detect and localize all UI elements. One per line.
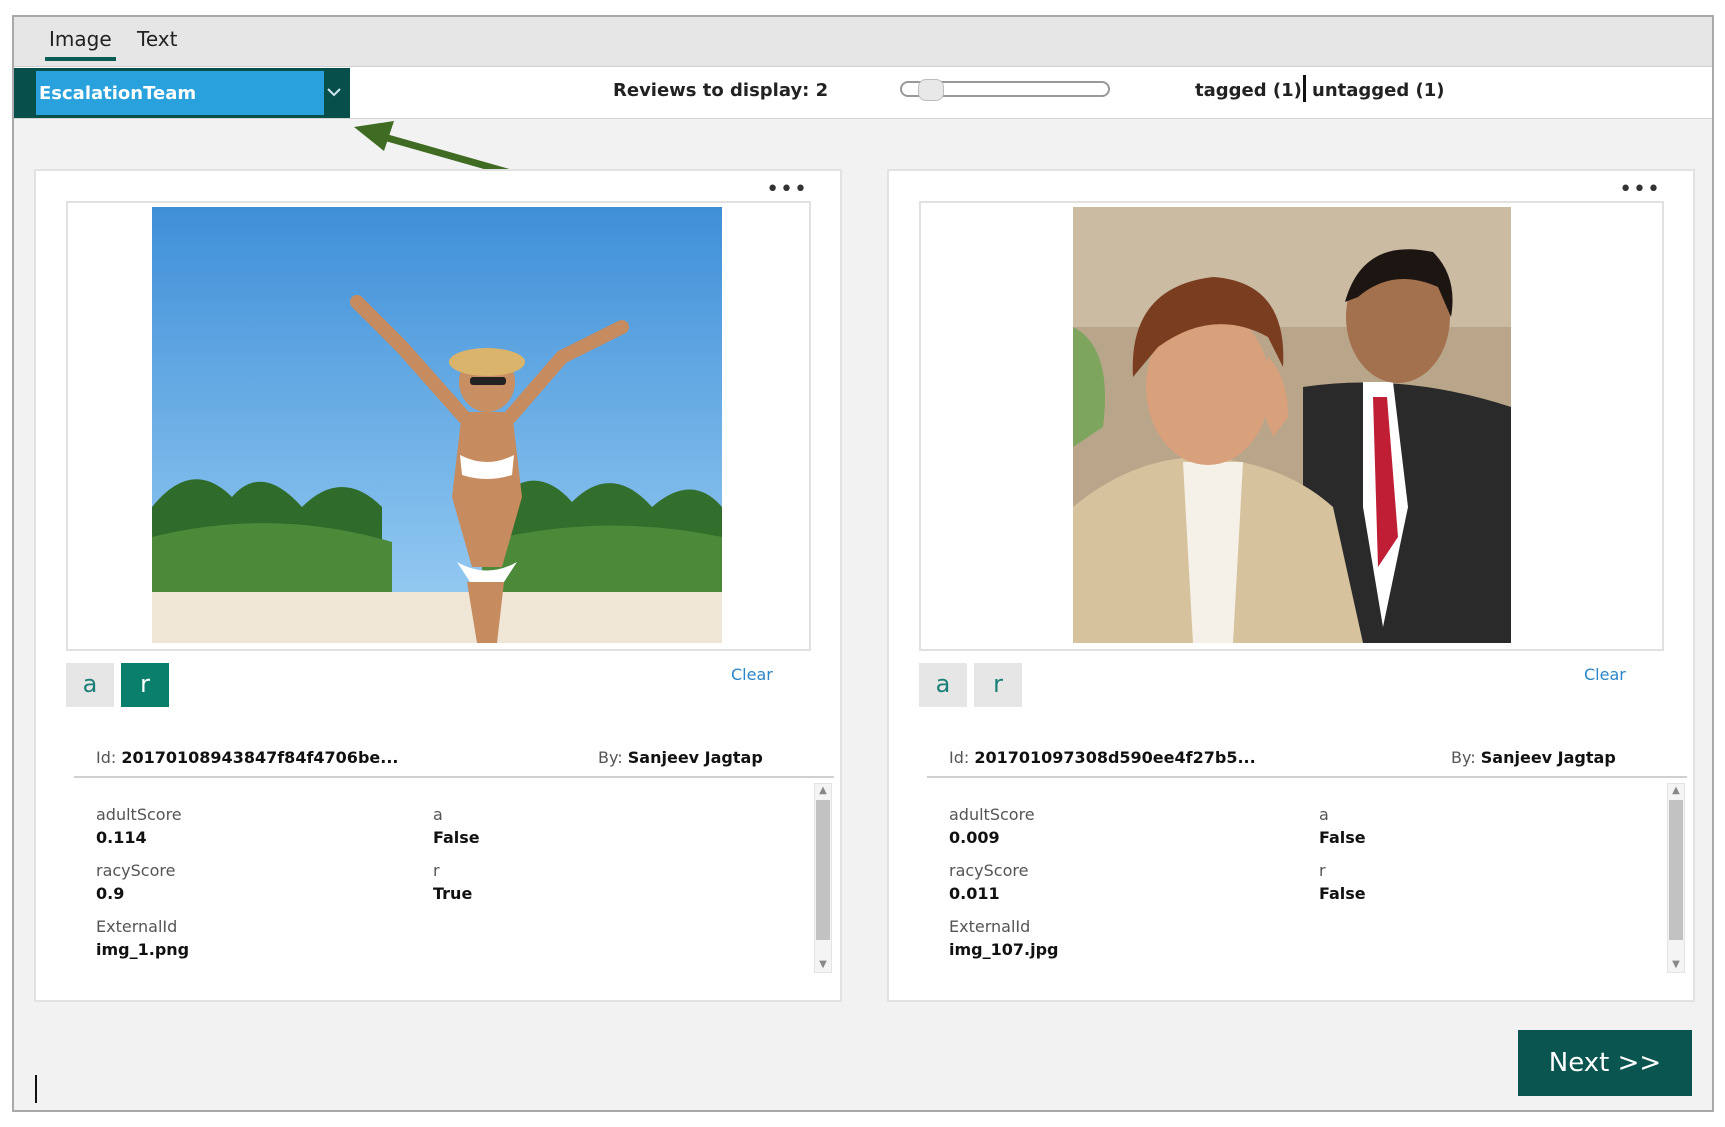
field-key: r xyxy=(1319,861,1326,880)
metadata-divider xyxy=(927,776,1687,778)
field-adult-score: adultScore 0.009 xyxy=(949,805,1035,847)
id-key: Id: xyxy=(96,748,117,767)
field-adult-score: adultScore 0.114 xyxy=(96,805,182,847)
field-racy-score: racyScore 0.9 xyxy=(96,861,175,903)
field-a: a False xyxy=(433,805,480,847)
team-dropdown[interactable]: EscalationTeam xyxy=(14,68,350,118)
untagged-filter[interactable]: untagged (1) xyxy=(1312,80,1445,101)
field-racy-score: racyScore 0.011 xyxy=(949,861,1028,903)
tagged-filter[interactable]: tagged (1) xyxy=(1195,80,1302,101)
review-card: ••• a r Clear Id: 20170108943847f84f4706… xyxy=(34,169,842,1002)
text-caret xyxy=(35,1075,37,1103)
by-key: By: xyxy=(1451,748,1476,767)
metadata-panel: adultScore 0.009 a False racyScore 0.011… xyxy=(949,793,1639,973)
more-options-icon[interactable]: ••• xyxy=(766,179,808,201)
team-dropdown-value: EscalationTeam xyxy=(36,71,324,115)
field-external-id: ExternalId img_1.png xyxy=(96,917,189,959)
scroll-thumb[interactable] xyxy=(1669,800,1683,940)
id-key: Id: xyxy=(949,748,970,767)
scroll-up-icon[interactable]: ▲ xyxy=(1668,784,1684,798)
field-value: 0.009 xyxy=(949,828,1000,847)
reviews-slider[interactable] xyxy=(900,79,1110,101)
field-key: r xyxy=(433,861,440,880)
field-key: adultScore xyxy=(949,805,1035,824)
clear-tags-link[interactable]: Clear xyxy=(1584,665,1626,684)
scroll-thumb[interactable] xyxy=(816,800,830,940)
scroll-up-icon[interactable]: ▲ xyxy=(815,784,831,798)
field-value: 0.011 xyxy=(949,884,1000,903)
review-card: ••• a r Clear Id: 201701097308d590ee4f27… xyxy=(887,169,1695,1002)
field-value: False xyxy=(1319,828,1366,847)
field-key: racyScore xyxy=(949,861,1029,880)
beach-photo xyxy=(152,207,722,643)
field-r: r False xyxy=(1319,861,1366,903)
field-r: r True xyxy=(433,861,472,903)
field-value: img_107.jpg xyxy=(949,940,1059,959)
metadata-scrollbar[interactable]: ▲ ▼ xyxy=(1667,783,1685,973)
id-value: 201701097308d590ee4f27b5... xyxy=(974,748,1256,767)
tab-text[interactable]: Text xyxy=(133,27,181,57)
tag-a-button[interactable]: a xyxy=(919,663,967,707)
scroll-down-icon[interactable]: ▼ xyxy=(1668,958,1684,972)
scroll-down-icon[interactable]: ▼ xyxy=(815,958,831,972)
reviewer: By: Sanjeev Jagtap xyxy=(598,748,763,767)
metadata-panel: adultScore 0.114 a False racyScore 0.9 r… xyxy=(96,793,786,973)
metadata-divider xyxy=(74,776,834,778)
review-id-row: Id: 201701097308d590ee4f27b5... By: Sanj… xyxy=(949,748,1649,767)
tag-r-button[interactable]: r xyxy=(121,663,169,707)
review-toolbar: EscalationTeam Reviews to display: 2 tag… xyxy=(14,67,1712,119)
review-image-frame xyxy=(66,201,811,651)
metadata-scrollbar[interactable]: ▲ ▼ xyxy=(814,783,832,973)
field-key: a xyxy=(433,805,443,824)
tab-image[interactable]: Image xyxy=(45,27,116,61)
filter-divider xyxy=(1303,75,1306,102)
field-value: False xyxy=(1319,884,1366,903)
tag-r-button[interactable]: r xyxy=(974,663,1022,707)
reviews-slider-thumb[interactable] xyxy=(918,79,944,101)
field-external-id: ExternalId img_107.jpg xyxy=(949,917,1058,959)
more-options-icon[interactable]: ••• xyxy=(1619,179,1661,201)
field-key: a xyxy=(1319,805,1329,824)
id-value: 20170108943847f84f4706be... xyxy=(121,748,399,767)
field-key: adultScore xyxy=(96,805,182,824)
field-key: ExternalId xyxy=(949,917,1031,936)
field-a: a False xyxy=(1319,805,1366,847)
content-type-tabs: Image Text xyxy=(14,17,1712,67)
review-image-frame xyxy=(919,201,1664,651)
field-value: 0.9 xyxy=(96,884,125,903)
field-value: 0.114 xyxy=(96,828,147,847)
chevron-down-icon xyxy=(327,88,341,97)
tag-a-button[interactable]: a xyxy=(66,663,114,707)
by-key: By: xyxy=(598,748,623,767)
field-value: img_1.png xyxy=(96,940,190,959)
by-value: Sanjeev Jagtap xyxy=(627,748,763,767)
next-button[interactable]: Next >> xyxy=(1518,1030,1692,1096)
clear-tags-link[interactable]: Clear xyxy=(731,665,773,684)
field-key: ExternalId xyxy=(96,917,178,936)
reviewer: By: Sanjeev Jagtap xyxy=(1451,748,1616,767)
field-value: False xyxy=(433,828,480,847)
reviews-to-display-label: Reviews to display: 2 xyxy=(613,80,829,101)
by-value: Sanjeev Jagtap xyxy=(1480,748,1616,767)
field-value: True xyxy=(433,884,473,903)
app-window: Image Text EscalationTeam Reviews to dis… xyxy=(12,15,1714,1112)
review-id-row: Id: 20170108943847f84f4706be... By: Sanj… xyxy=(96,748,796,767)
field-key: racyScore xyxy=(96,861,176,880)
people-photo xyxy=(1073,207,1511,643)
